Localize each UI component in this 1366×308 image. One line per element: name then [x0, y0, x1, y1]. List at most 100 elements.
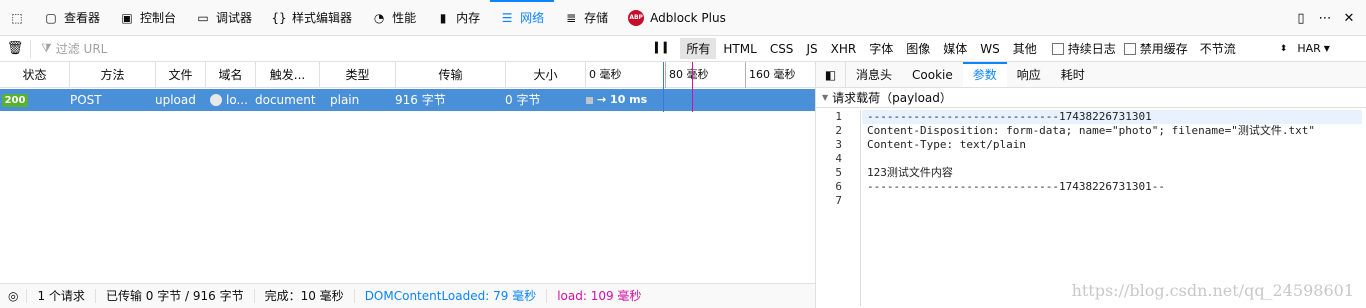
filter-type-fonts[interactable]: 字体	[863, 38, 899, 59]
element-picker-icon: ⬚	[11, 10, 23, 25]
line-number: 3	[835, 138, 842, 151]
tab-label: 控制台	[140, 11, 177, 25]
tab-label: 调试器	[216, 11, 253, 25]
network-status-bar: ◎ 1 个请求 已传输 0 字节 / 916 字节 完成：10 毫秒 DOMCo…	[0, 283, 815, 308]
tab-label: Adblock Plus	[650, 10, 726, 25]
style-editor-icon: {}	[271, 10, 287, 25]
filter-type-media[interactable]: 媒体	[937, 38, 973, 59]
persist-logs-checkbox[interactable]: 持续日志	[1051, 40, 1116, 57]
request-transferred: 916 字节	[395, 93, 446, 107]
tab-response[interactable]: 响应	[1007, 62, 1051, 87]
funnel-icon: ⧩	[41, 41, 52, 55]
filter-type-css[interactable]: CSS	[764, 40, 800, 58]
trash-icon: 🗑	[6, 41, 24, 56]
line-number: 5	[835, 166, 842, 179]
line-number: 7	[835, 194, 842, 207]
chevron-down-icon: ▼	[1323, 44, 1330, 53]
sidebar-toggle-icon: ◧	[824, 67, 837, 82]
code-line: -----------------------------17438226731…	[867, 180, 1166, 193]
tab-storage[interactable]: ≣ 存储	[554, 0, 618, 35]
tab-network[interactable]: ☰ 网络	[490, 0, 555, 35]
tab-performance[interactable]: ◔ 性能	[362, 0, 426, 35]
memory-icon: ▮	[439, 10, 447, 25]
devtools-toolbar: ⬚ ▢ 查看器 ▣ 控制台 ▭ 调试器 {} 样式编辑器 ◔ 性能 ▮ 内存 ☰…	[0, 0, 1366, 36]
stopwatch-icon: ◎	[8, 289, 19, 303]
dom-content-loaded-time: DOMContentLoaded: 79 毫秒	[355, 289, 548, 303]
tab-label: 网络	[520, 11, 545, 25]
filter-type-all[interactable]: 所有	[680, 38, 717, 59]
tab-label: 内存	[456, 11, 481, 25]
payload-editor[interactable]: 1 2 3 4 5 6 7 --------------------------…	[816, 108, 1366, 308]
inspector-icon: ▢	[45, 10, 57, 25]
column-type[interactable]: 类型	[320, 62, 396, 88]
request-count: 1 个请求	[27, 289, 96, 303]
tab-style-editor[interactable]: {} 样式编辑器	[262, 0, 362, 35]
pause-button[interactable]: ▍▍	[647, 43, 680, 54]
filter-url-input[interactable]: ⧩ 过滤 URL	[31, 40, 647, 57]
column-file[interactable]: 文件	[156, 62, 206, 88]
close-icon[interactable]: ✕	[1342, 11, 1356, 25]
filter-type-js[interactable]: JS	[800, 40, 823, 58]
har-menu-button[interactable]: HAR ▼	[1297, 42, 1330, 55]
tab-debugger[interactable]: ▭ 调试器	[186, 0, 262, 35]
debugger-icon: ▭	[197, 10, 209, 25]
details-tabs: ◧ 消息头 Cookie 参数 响应 耗时	[816, 62, 1366, 88]
tab-headers[interactable]: 消息头	[846, 62, 902, 87]
payload-section-header[interactable]: ▼ 请求载荷（payload）	[816, 88, 1366, 108]
status-badge: 200	[2, 94, 28, 107]
tab-memory[interactable]: ▮ 内存	[426, 0, 490, 35]
line-number: 4	[835, 152, 842, 165]
updown-arrow-icon: ⬍	[1279, 43, 1288, 54]
code-line: -----------------------------17438226731…	[862, 110, 1362, 124]
clear-button[interactable]: 🗑	[0, 41, 30, 56]
element-picker-button[interactable]: ⬚	[0, 0, 34, 35]
request-domain: lo...	[210, 89, 256, 111]
tab-params[interactable]: 参数	[962, 62, 1007, 87]
request-type: plain	[330, 93, 360, 107]
throttle-value: 不节流	[1199, 42, 1236, 56]
dom-content-loaded-marker	[663, 62, 664, 112]
more-options-icon[interactable]: ⋯	[1318, 11, 1332, 25]
throttle-select[interactable]: 不节流 ⬍	[1200, 40, 1288, 57]
pause-icon: ▍▍	[655, 43, 673, 54]
performance-icon: ◔	[373, 10, 385, 25]
adblock-plus-icon: ABP	[628, 9, 645, 26]
line-number: 6	[835, 180, 842, 193]
tab-label: 存储	[584, 11, 609, 25]
tab-cookies[interactable]: Cookie	[902, 62, 963, 87]
tab-inspector[interactable]: ▢ 查看器	[34, 0, 110, 35]
filter-type-images[interactable]: 图像	[900, 38, 936, 59]
network-icon: ☰	[501, 10, 513, 25]
column-transferred[interactable]: 传输	[396, 62, 506, 88]
dock-side-icon[interactable]: ▯	[1294, 11, 1308, 25]
filter-type-other[interactable]: 其他	[1007, 38, 1043, 59]
checkbox-box	[1123, 42, 1136, 55]
storage-icon: ≣	[566, 10, 577, 25]
tab-timings[interactable]: 耗时	[1051, 62, 1095, 87]
tab-console[interactable]: ▣ 控制台	[110, 0, 186, 35]
toggle-panel-button[interactable]: ◧	[816, 62, 846, 87]
watermark: https://blog.csdn.net/qq_24598601	[1071, 281, 1354, 300]
filter-type-ws[interactable]: WS	[974, 40, 1005, 58]
tab-adblock-plus[interactable]: ABP Adblock Plus	[618, 0, 736, 35]
toolbar-right-controls: ▯ ⋯ ✕	[1294, 0, 1366, 36]
disable-cache-checkbox[interactable]: 禁用缓存	[1123, 40, 1188, 57]
tab-label: 样式编辑器	[292, 11, 353, 25]
code-line: 123测试文件内容	[867, 166, 953, 179]
expand-triangle-icon: ▼	[822, 93, 829, 102]
column-status[interactable]: 状态	[0, 62, 70, 88]
request-domain-text: lo...	[226, 93, 248, 107]
column-size[interactable]: 大小	[506, 62, 586, 88]
line-number: 2	[835, 124, 842, 137]
filter-type-xhr[interactable]: XHR	[825, 40, 863, 58]
column-domain[interactable]: 域名	[206, 62, 256, 88]
column-method[interactable]: 方法	[70, 62, 156, 88]
column-cause[interactable]: 触发...	[256, 62, 320, 88]
request-method: POST	[70, 93, 102, 107]
filter-type-html[interactable]: HTML	[717, 40, 762, 58]
performance-analysis-button[interactable]: ◎	[0, 289, 28, 303]
network-filter-bar: 🗑 ⧩ 过滤 URL ▍▍ 所有 HTML CSS JS XHR 字体 图像 媒…	[0, 36, 1366, 62]
timeline-tick: 160 毫秒	[745, 62, 796, 88]
